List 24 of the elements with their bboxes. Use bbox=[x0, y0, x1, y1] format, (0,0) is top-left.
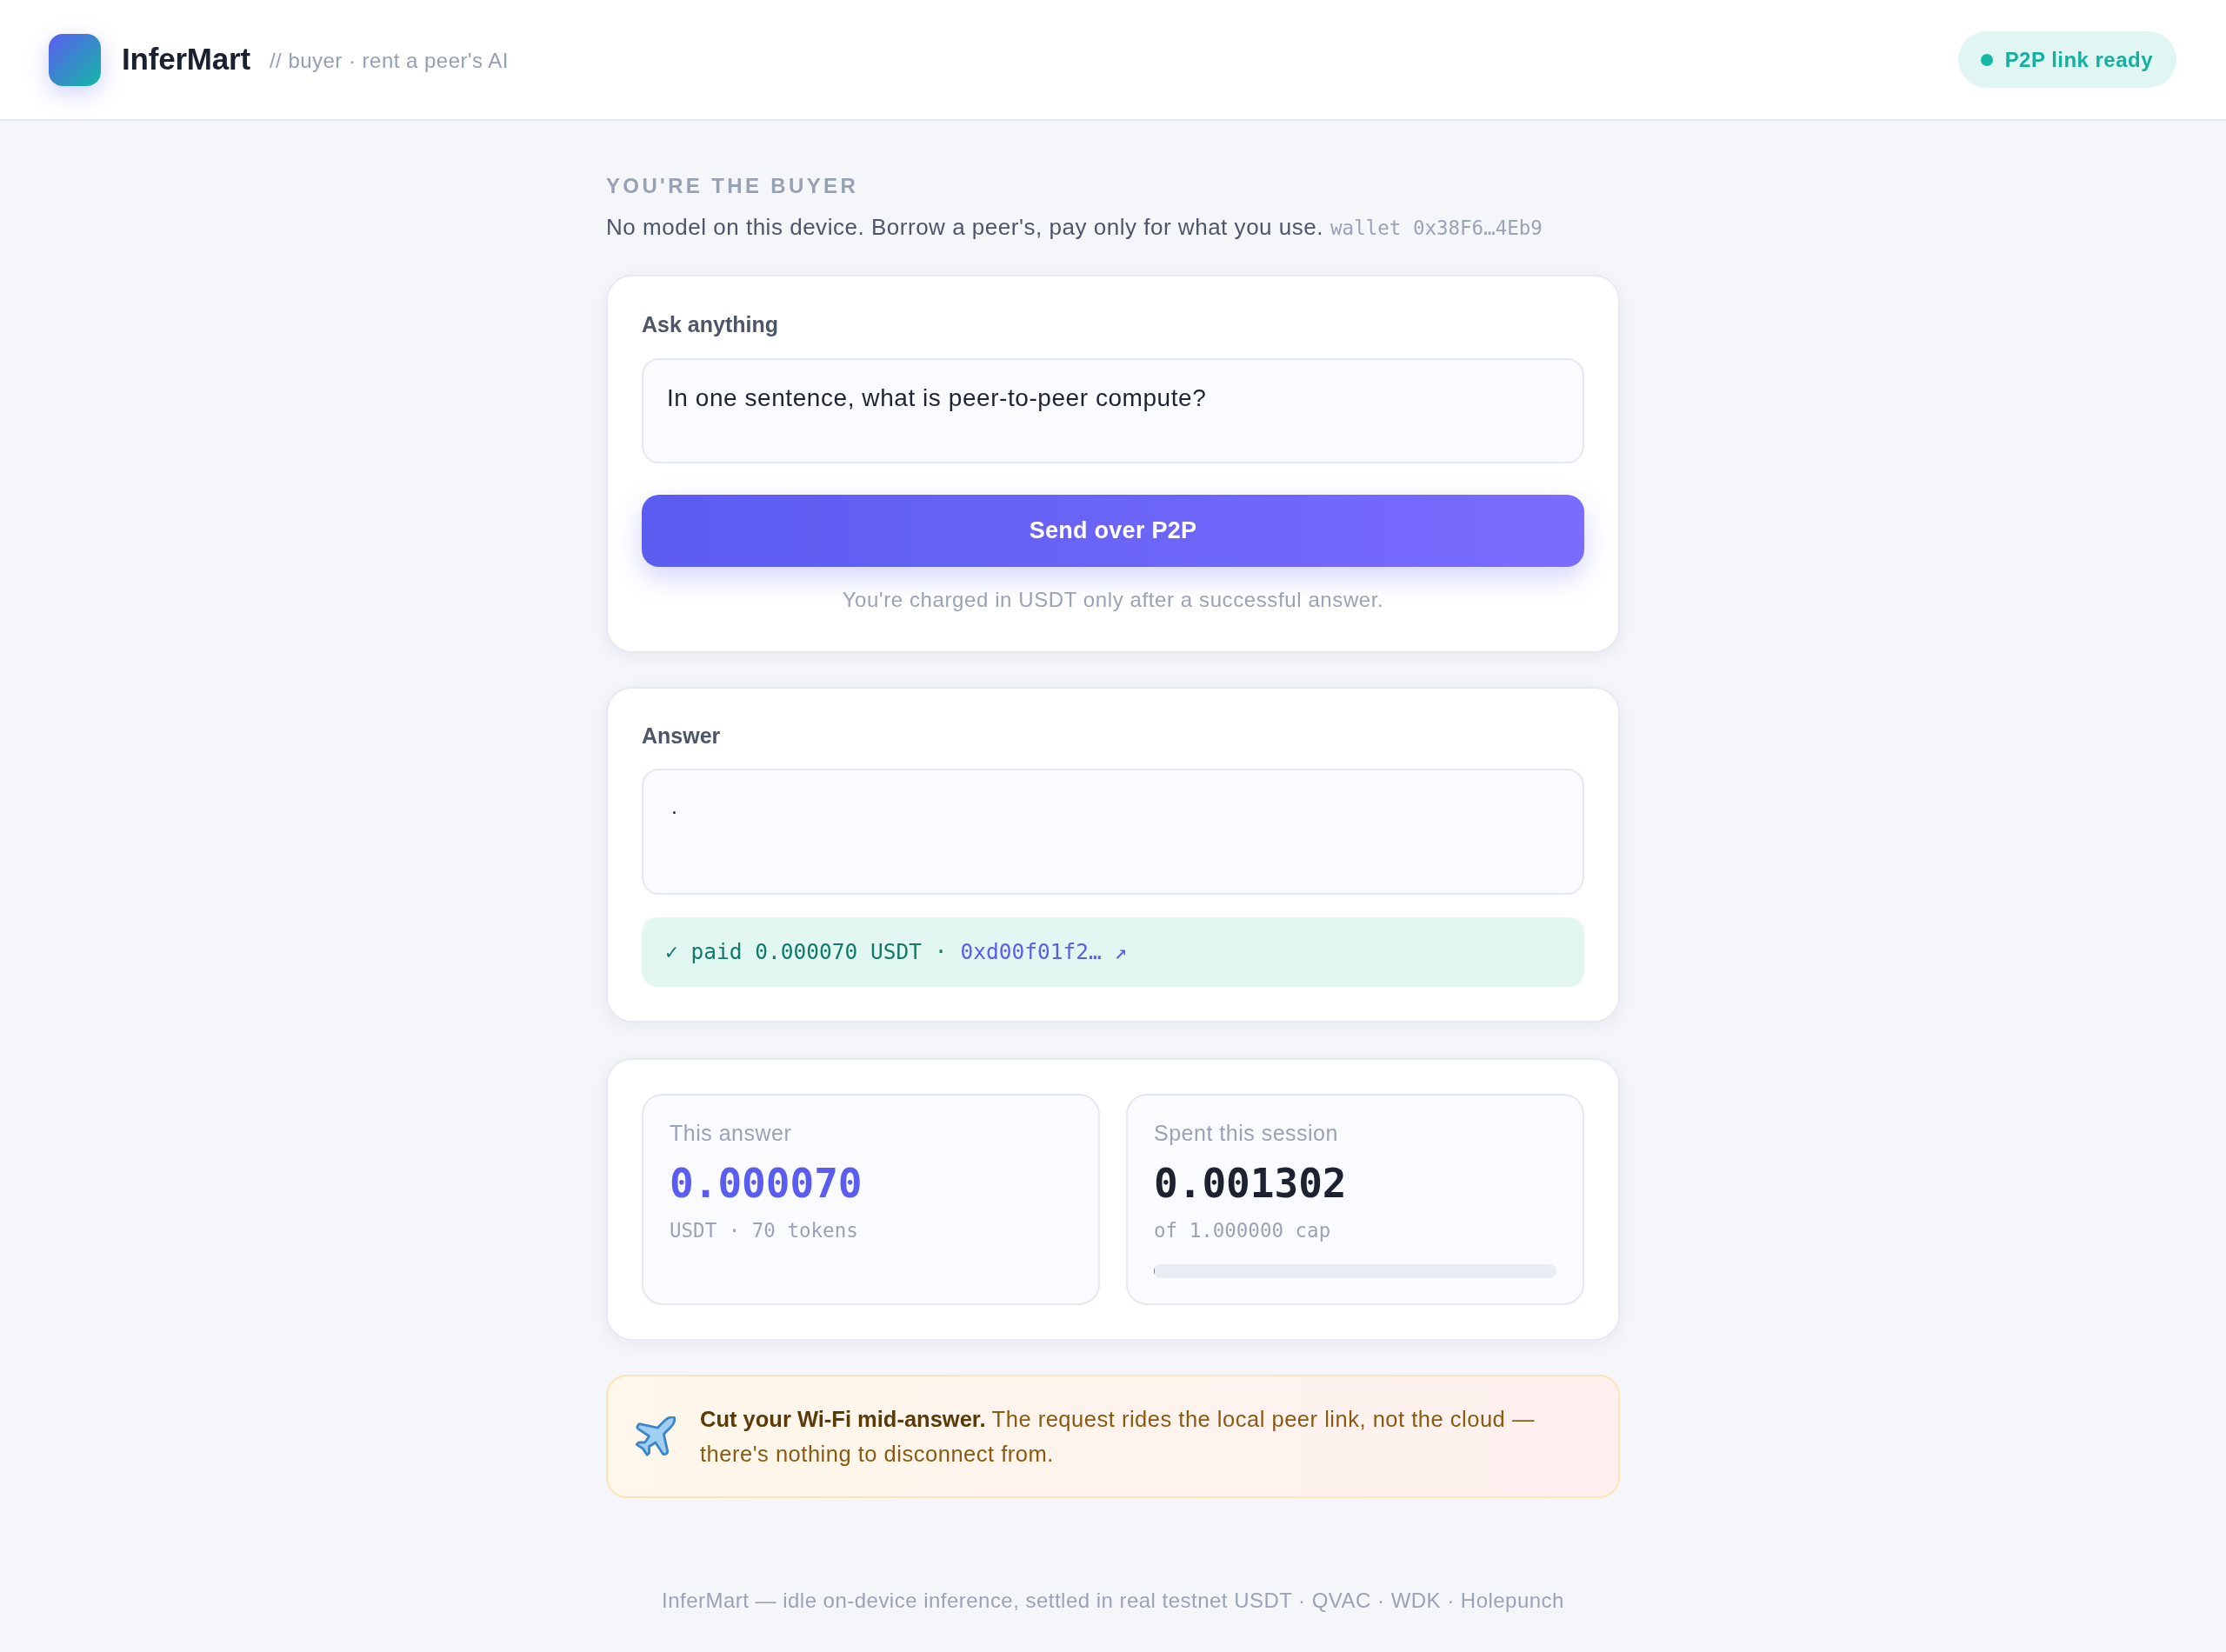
stat-value: 0.001302 bbox=[1154, 1159, 1347, 1209]
receipt-text: ✓ paid 0.000070 USDT · bbox=[665, 937, 948, 966]
logo-icon bbox=[49, 33, 101, 86]
stat-label: Spent this session bbox=[1154, 1120, 1338, 1146]
tagline: // buyer · rent a peer's AI bbox=[269, 47, 509, 74]
status-text: P2P link ready bbox=[2004, 46, 2153, 73]
brand-name: InferMart bbox=[122, 41, 250, 78]
footer-text: InferMart — idle on-device inference, settled in real testnet USDT · QVAC · WDK · Holepunch bbox=[662, 1588, 1564, 1614]
section-heading: YOU'RE THE BUYER bbox=[606, 173, 859, 199]
airplane-icon bbox=[636, 1416, 676, 1456]
answer-field[interactable]: . bbox=[642, 769, 1584, 895]
send-button[interactable]: Send over P2P bbox=[642, 495, 1584, 567]
transaction-link[interactable]: 0xd00f01f2… ↗ bbox=[960, 936, 1128, 969]
prompt-field[interactable]: In one sentence, what is peer-to-peer compute? bbox=[642, 358, 1584, 463]
stat-value: 0.000070 bbox=[670, 1159, 863, 1209]
intro-text: No model on this device. Borrow a peer's, pay only for what you use. bbox=[606, 213, 1324, 242]
wallet-address: wallet 0x38F6…4Eb9 bbox=[1330, 216, 1543, 241]
field-label: Answer bbox=[642, 723, 721, 749]
tip-text: Cut your Wi-Fi mid-answer. The request rides the local peer link, not the cloud — there's nothing to disconnect from. bbox=[700, 1406, 1536, 1468]
stat-label: This answer bbox=[670, 1120, 792, 1146]
stat-detail: of 1.000000 cap bbox=[1154, 1218, 1331, 1243]
charge-note: You're charged in USDT only after a successful answer. bbox=[842, 587, 1384, 613]
stat-detail: USDT · 70 tokens bbox=[670, 1218, 858, 1243]
field-label: Ask anything bbox=[642, 311, 778, 338]
